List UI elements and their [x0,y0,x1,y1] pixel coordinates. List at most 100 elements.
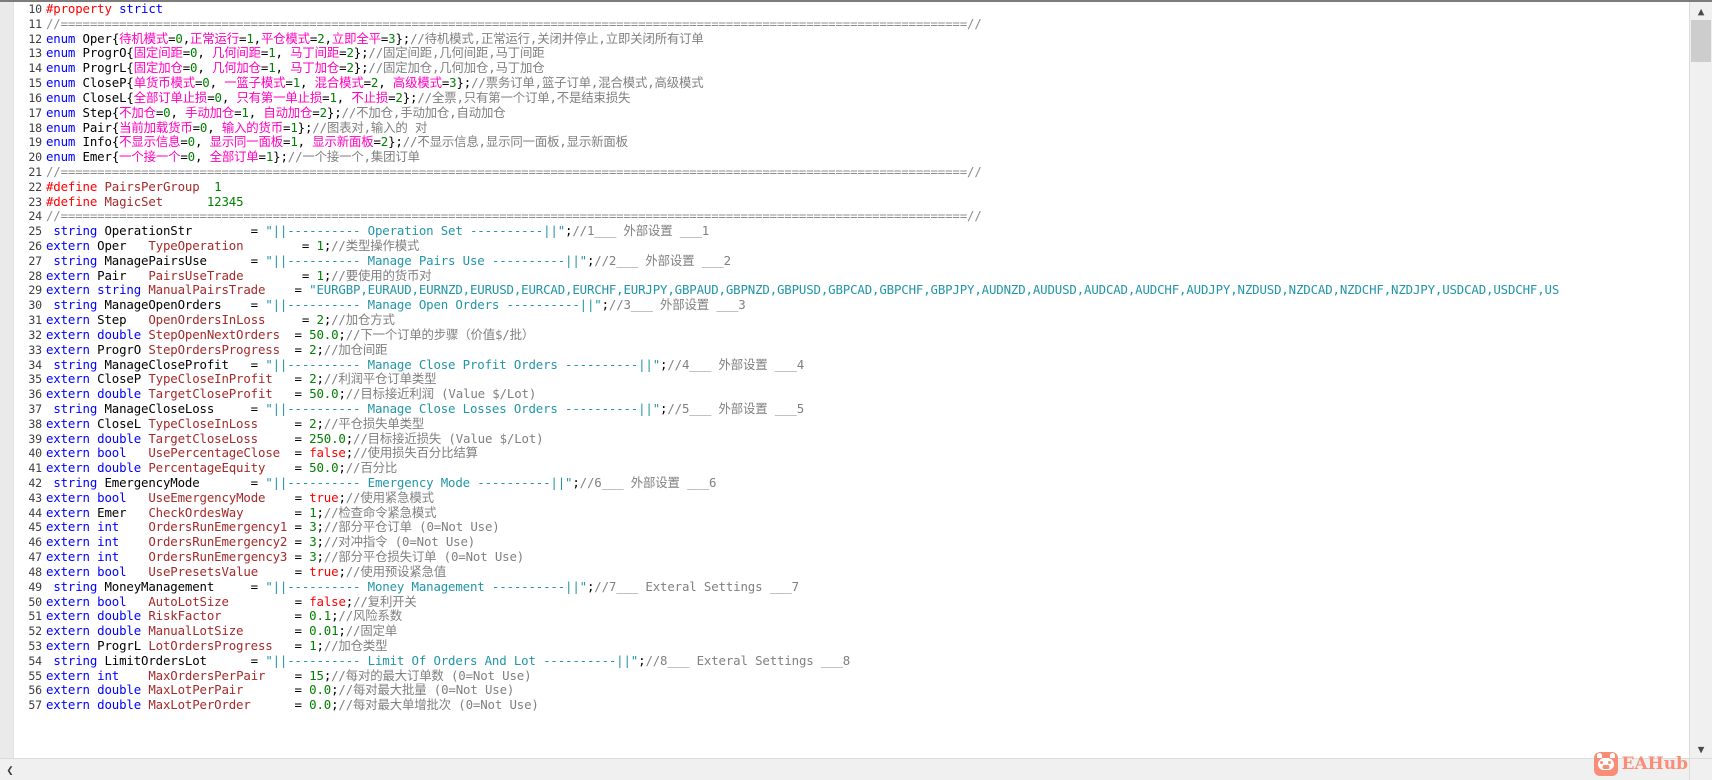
code-token: extern [46,593,90,609]
code-token: 0.01 [309,623,339,639]
code-token: 几何间距 [211,45,261,61]
code-token: = [258,563,310,579]
code-token: 2 [316,312,324,328]
code-token: extern [46,608,90,624]
code-line: 37 string ManageCloseLoss = "||---------… [16,400,1689,417]
code-area[interactable]: 10 #property strict 11//==================… [0,2,1689,758]
code-token: extern [46,667,90,683]
code-token: extern [46,238,90,253]
line-number: 40 [28,446,42,461]
code-token: , [324,30,332,46]
code-token: extern [46,489,90,505]
code-token: true [309,489,339,505]
code-token: string [53,652,98,668]
code-token: 一篮子模式 [224,75,286,91]
code-token: 全部订单 [209,149,259,165]
code-token: = [265,489,310,505]
code-token: 50.0 [309,386,339,402]
code-token: MaxLotPerOrder [148,697,251,713]
code-token: }; [353,45,369,61]
code-token: enum [46,45,76,61]
vertical-scrollbar[interactable]: ▲ ▼ [1689,2,1712,758]
code-line: 26 extern Oper TypeOperation = 1;//类型操作模式 [16,238,1689,254]
line-number: 39 [28,431,42,446]
code-token: ManageCloseProfit = [97,356,266,372]
code-token: ; [316,519,324,535]
code-token: ; [316,341,324,357]
code-line: 25 string OperationStr = "||---------- O… [16,223,1689,239]
line-number: 14 [28,61,42,76]
code-token: CloseP [75,75,127,91]
code-token: string [53,578,98,594]
scroll-down-button[interactable]: ▼ [1690,740,1712,758]
pig-face-shape [1597,758,1614,770]
code-line: 49 string MoneyManagement = "||---------… [16,578,1689,595]
code-token: , [378,75,393,91]
code-line: 15 enum CloseP{单货币模式=0, 一篮子模式=1, 混合模式=2, … [16,75,1689,91]
code-token: ; [338,386,346,402]
code-token: 1 [292,75,301,91]
code-text-surface[interactable]: 10 #property strict 11//==================… [14,2,1689,758]
pig-snout-icon [1602,765,1610,769]
code-token: = [373,134,381,150]
code-token: CloseL [89,415,149,431]
line-number: 17 [28,105,42,120]
code-token: //加仓间距 [323,341,388,357]
code-token: string [53,297,98,313]
code-token: ; [316,504,324,520]
code-token: { [126,89,134,105]
watermark-label: EAHub [1621,754,1688,774]
code-line: 51 extern double RiskFactor = 0.1;//风险系数 [16,608,1689,624]
line-number: 45 [28,520,42,535]
code-line: 40 extern bool UsePercentageClose = false… [16,445,1689,461]
code-token: extern [46,682,90,698]
code-token: 1 [241,104,249,120]
scroll-up-button[interactable]: ▲ [1690,2,1712,20]
vertical-scroll-thumb[interactable] [1691,20,1711,62]
code-token: = [272,371,310,387]
code-token: OrdersRunEmergency1 [148,519,288,535]
code-token: CloseL [75,89,127,105]
code-token: StepOrdersProgress [148,341,280,357]
code-token: 50.0 [309,326,339,342]
pig-ear-left-icon [1596,753,1602,758]
code-token: 1 [309,637,317,653]
code-token: int [97,549,120,565]
code-line: 20 enum Emer{一个接一个=0, 全部订单=1};//一个接一个,集团订… [16,149,1689,165]
line-number: 29 [28,283,42,298]
code-token: string [53,252,98,268]
scroll-left-button[interactable]: ❮ [0,759,20,780]
line-number: 32 [28,327,42,342]
code-token: , [197,45,212,61]
code-token: bool [97,563,127,579]
code-line: 41 extern double PercentageEquity = 50.0;… [16,460,1689,476]
code-token: 1 [290,119,298,135]
code-token: , [194,149,210,165]
horizontal-scrollbar[interactable]: ❮ [0,758,1689,780]
code-token: 马丁加仓 [290,60,340,76]
code-token: = [182,60,191,76]
code-token: //======================================… [46,15,982,31]
code-token: double [97,682,142,698]
code-token: false [309,593,346,609]
code-token: enum [46,30,76,46]
code-token: 1 [268,60,276,76]
code-token: = [279,445,310,461]
code-line: 29 extern string ManualPairsTrade = "EURG… [16,283,1689,298]
code-line: 22 #define PairsPerGroup 1 [16,179,1689,195]
code-token: , [300,75,315,91]
code-token: //一个接一个,集团订单 [287,149,420,165]
code-token: 手动加仓 [185,104,235,120]
code-token: 1 [316,267,324,283]
code-token: MaxOrdersPerPair [148,667,266,683]
code-token: = [312,104,320,120]
code-token: double [97,326,142,342]
scrollbar-corner [1689,758,1712,780]
code-token: "||---------- Manage Open Orders -------… [265,297,602,313]
code-token: //7___ Exteral Settings ___7 [594,578,799,594]
code-token: //5___ 外部设置 ___5 [667,400,805,416]
code-token: ; [345,445,354,461]
code-token: UsePercentageClose [148,445,280,461]
